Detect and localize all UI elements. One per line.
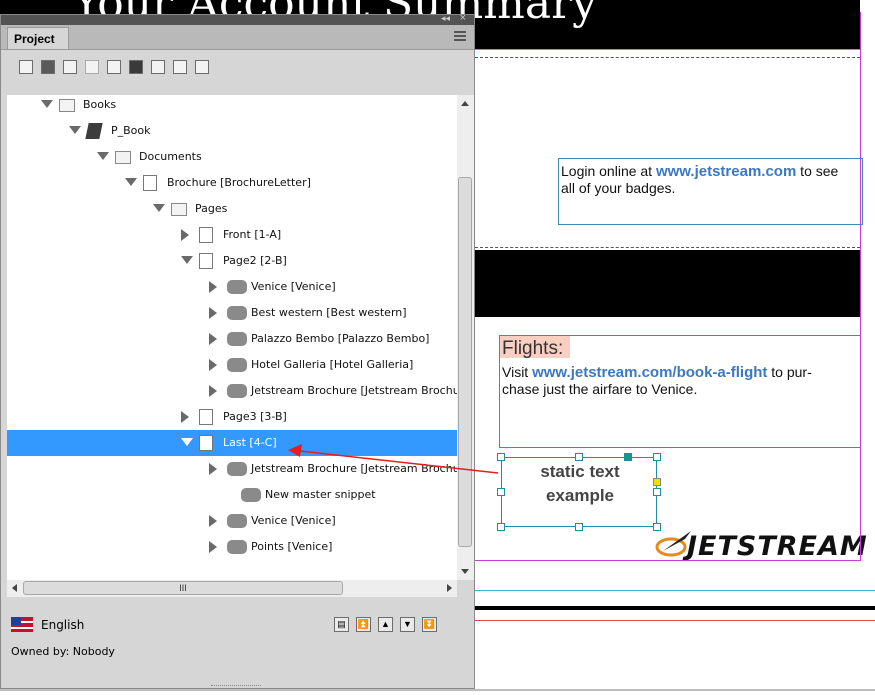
annotation-arrow <box>288 444 499 474</box>
